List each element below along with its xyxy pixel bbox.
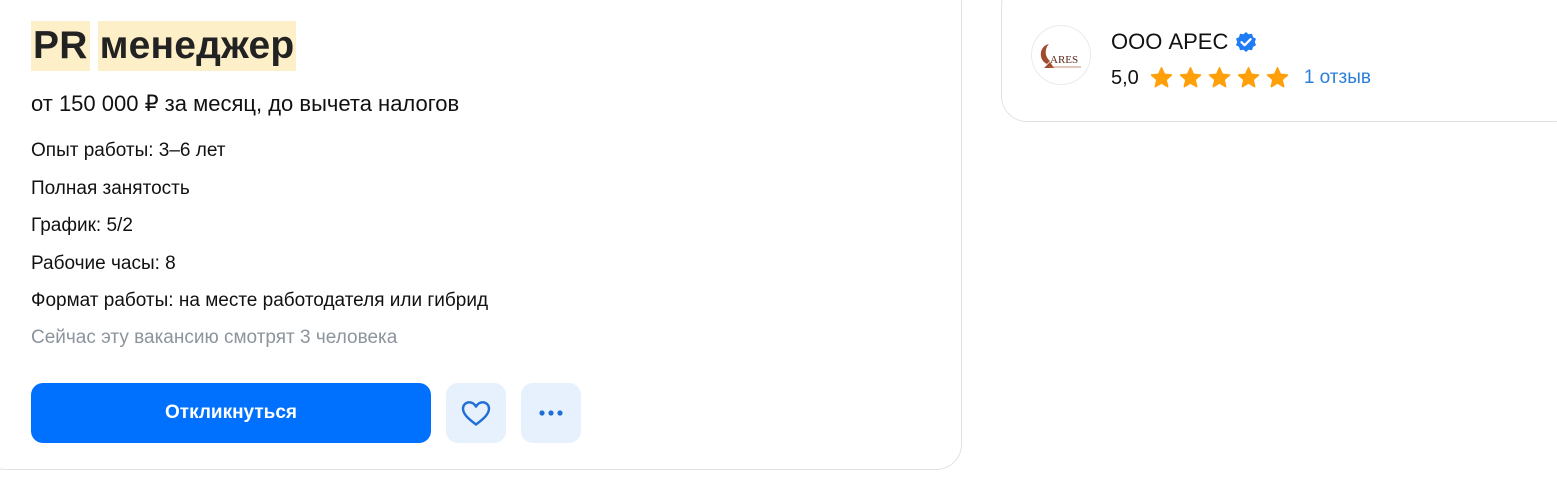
rating-value: 5,0 <box>1111 66 1139 89</box>
company-logo[interactable]: ARES <box>1031 25 1091 85</box>
title-word-2: менеджер <box>97 21 297 71</box>
company-name[interactable]: ООО АРЕС <box>1111 27 1228 57</box>
vacancy-title: PR менеджер <box>31 21 297 71</box>
employment-fact: Полная занятость <box>31 177 190 199</box>
title-word-1: PR <box>31 21 90 71</box>
salary-text: от 150 000 ₽ за месяц, до вычета налогов <box>31 91 460 116</box>
working-hours-fact: Рабочие часы: 8 <box>31 252 176 274</box>
schedule-fact: График: 5/2 <box>31 215 133 236</box>
experience-fact: Опыт работы: 3–6 лет <box>31 140 226 161</box>
viewers-count-text: Сейчас эту вакансию смотрят 3 человека <box>31 327 398 348</box>
logo-text: ARES <box>1050 54 1078 66</box>
rating-row: 5,0 1 отзыв <box>1111 63 1371 93</box>
star-icon <box>1208 67 1231 88</box>
work-format-fact: Формат работы: на месте работодателя или… <box>31 290 489 311</box>
vacancy-facts-list: Опыт работы: 3–6 лет Полная занятость Гр… <box>31 137 488 325</box>
heart-icon <box>461 401 491 426</box>
verified-check-icon <box>1236 32 1257 52</box>
reviews-link[interactable]: 1 отзыв <box>1304 67 1371 89</box>
star-icon <box>1266 67 1289 88</box>
star-icon <box>1237 67 1260 88</box>
star-icon <box>1179 67 1202 88</box>
company-name-row: ООО АРЕС <box>1111 27 1257 57</box>
apply-button[interactable]: Откликнуться <box>31 383 431 443</box>
more-options-button[interactable] <box>521 383 581 443</box>
rating-stars <box>1149 66 1290 90</box>
favorite-button[interactable] <box>446 383 506 443</box>
star-icon <box>1150 67 1173 88</box>
more-dots-icon <box>539 410 563 416</box>
